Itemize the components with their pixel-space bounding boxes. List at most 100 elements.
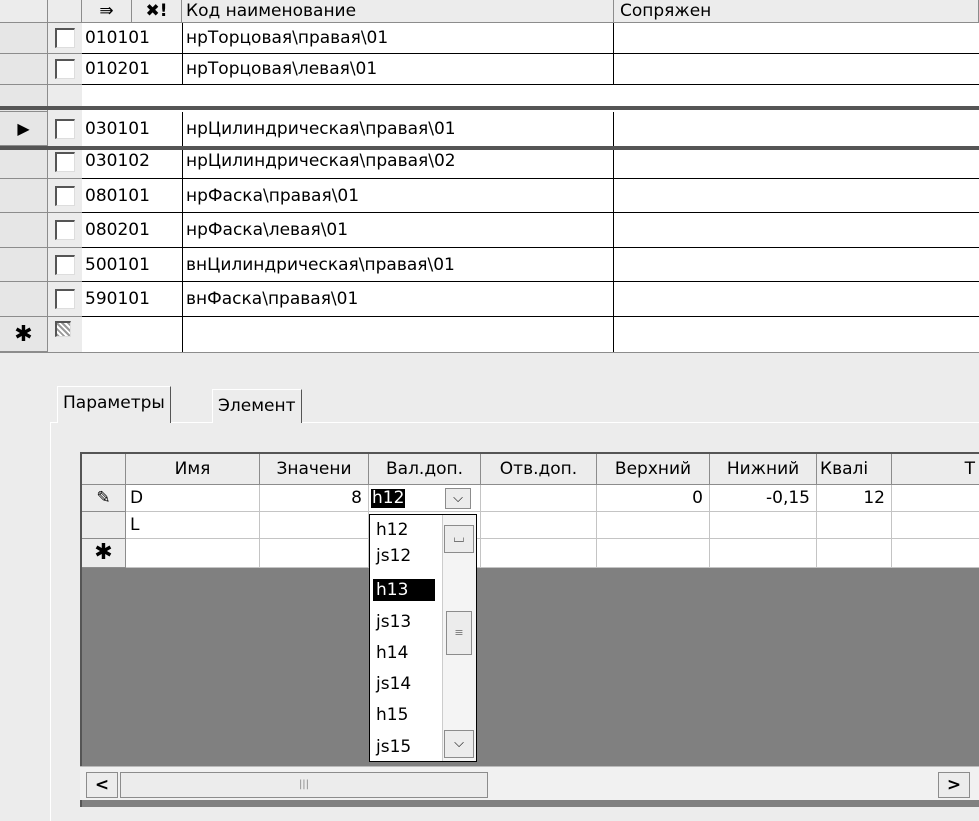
scrollbar-thumb[interactable]: ≡ <box>446 611 472 655</box>
checkbox[interactable] <box>55 28 75 48</box>
checkbox[interactable] <box>55 59 75 79</box>
row-selector[interactable] <box>0 23 48 54</box>
name-cell[interactable]: внФаска\правая\01 <box>183 282 614 317</box>
dropdown-option[interactable]: js12 <box>373 545 435 567</box>
mated-cell[interactable] <box>614 179 979 213</box>
name-cell[interactable]: нрЦилиндрическая\правая\02 <box>183 150 614 179</box>
code-cell[interactable]: 080201 <box>82 213 183 248</box>
mated-cell[interactable] <box>614 54 979 85</box>
hole-tolerance-cell[interactable] <box>481 485 597 512</box>
lower-deviation-cell[interactable] <box>710 512 817 539</box>
mated-cell[interactable] <box>614 23 979 54</box>
param-value-cell[interactable]: 8 <box>260 485 369 512</box>
t-cell[interactable] <box>892 512 979 539</box>
t-cell[interactable] <box>892 539 979 568</box>
name-cell[interactable]: нрТорцовая\левая\01 <box>183 54 614 85</box>
lower-deviation-cell[interactable]: -0,15 <box>710 485 817 512</box>
column-header-upper[interactable]: Верхний <box>597 454 710 485</box>
hole-tolerance-cell[interactable] <box>481 539 597 568</box>
column-header-shaft-tolerance[interactable]: Вал.доп. <box>369 454 481 485</box>
horizontal-scrollbar[interactable]: < ||| > <box>80 766 979 800</box>
grade-cell[interactable] <box>817 512 892 539</box>
row-selector[interactable] <box>82 512 126 539</box>
row-selector[interactable] <box>0 282 48 317</box>
scroll-left-icon[interactable]: < <box>86 772 118 798</box>
column-header-name[interactable]: Имя <box>126 454 260 485</box>
dropdown-option[interactable]: js14 <box>373 673 435 695</box>
code-cell[interactable]: 500101 <box>82 248 183 282</box>
code-cell[interactable]: 010201 <box>82 54 183 85</box>
tab-parameters[interactable]: Параметры <box>57 386 171 423</box>
edit-pencil-icon[interactable]: ✎ <box>82 485 126 512</box>
param-name-cell[interactable] <box>126 539 260 568</box>
param-value-cell[interactable] <box>260 512 369 539</box>
current-row-indicator-icon[interactable]: ▶ <box>0 112 48 146</box>
scrollbar-thumb[interactable]: ||| <box>120 772 488 798</box>
param-value-cell[interactable] <box>260 539 369 568</box>
mated-cell[interactable] <box>614 213 979 248</box>
row-selector[interactable] <box>0 150 48 179</box>
scroll-right-icon[interactable]: > <box>938 772 970 798</box>
upper-deviation-cell[interactable] <box>597 512 710 539</box>
chevron-down-icon[interactable]: ⌵ <box>444 730 474 758</box>
checkbox[interactable] <box>55 152 75 172</box>
chevron-down-icon[interactable]: ⌵ <box>445 488 471 509</box>
mated-cell[interactable] <box>614 150 979 179</box>
row-selector[interactable] <box>0 54 48 85</box>
dropdown-option[interactable]: h14 <box>373 642 435 664</box>
dropdown-option-highlighted[interactable]: h13 <box>373 579 435 601</box>
column-header-grade[interactable]: Квалі <box>817 454 892 485</box>
tolerance-dropdown-list[interactable]: h12 js12 h13 js13 h14 js14 h15 js15 ⌴ ≡ … <box>369 514 477 762</box>
code-cell[interactable]: 590101 <box>82 282 183 317</box>
column-header-mated[interactable]: Сопряжен <box>614 0 979 23</box>
code-cell[interactable]: 030102 <box>82 150 183 179</box>
code-cell[interactable]: 030101 <box>82 112 183 146</box>
dropdown-option[interactable]: js13 <box>373 611 435 633</box>
column-header-value[interactable]: Значени <box>260 454 369 485</box>
mated-cell[interactable] <box>614 248 979 282</box>
shaft-tolerance-combobox[interactable]: h12 ⌵ <box>369 485 481 512</box>
new-row-icon[interactable]: ✱ <box>0 317 48 352</box>
code-cell[interactable]: 010101 <box>82 23 183 54</box>
checkbox[interactable] <box>55 255 75 275</box>
dropdown-option[interactable]: h15 <box>373 704 435 726</box>
dropdown-option[interactable]: js15 <box>373 736 435 758</box>
column-header-lower[interactable]: Нижний <box>710 454 817 485</box>
row-selector[interactable] <box>0 248 48 282</box>
mated-cell[interactable] <box>614 317 979 352</box>
checkbox[interactable] <box>55 220 75 240</box>
indeterminate-checkbox[interactable] <box>55 321 71 337</box>
grade-cell[interactable] <box>817 539 892 568</box>
new-row-icon[interactable]: ✱ <box>82 539 126 568</box>
param-name-cell[interactable]: L <box>126 512 260 539</box>
code-cell[interactable]: 080101 <box>82 179 183 213</box>
dropdown-option[interactable]: h12 <box>373 519 435 541</box>
column-header-t[interactable]: Т <box>892 454 979 485</box>
name-cell[interactable]: нрЦилиндрическая\правая\01 <box>183 112 614 146</box>
column-header-code-name[interactable]: Код наименование <box>182 0 614 23</box>
arrow-right-icon[interactable]: ⇛ <box>82 0 132 23</box>
checkbox[interactable] <box>55 289 75 309</box>
upper-deviation-cell[interactable] <box>597 539 710 568</box>
t-cell[interactable] <box>892 485 979 512</box>
lower-deviation-cell[interactable] <box>710 539 817 568</box>
name-cell[interactable] <box>183 317 614 352</box>
mated-cell[interactable] <box>614 282 979 317</box>
hole-tolerance-cell[interactable] <box>481 512 597 539</box>
code-cell[interactable] <box>82 317 183 352</box>
column-header-hole-tolerance[interactable]: Отв.доп. <box>481 454 597 485</box>
checkbox[interactable] <box>55 119 75 139</box>
tab-element[interactable]: Элемент <box>212 389 302 423</box>
name-cell[interactable]: нрФаска\правая\01 <box>183 179 614 213</box>
checkbox[interactable] <box>55 186 75 206</box>
row-selector[interactable] <box>0 179 48 213</box>
name-cell[interactable]: нрФаска\левая\01 <box>183 213 614 248</box>
name-cell[interactable]: нрТорцовая\правая\01 <box>183 23 614 54</box>
grade-cell[interactable]: 12 <box>817 485 892 512</box>
upper-deviation-cell[interactable]: 0 <box>597 485 710 512</box>
param-name-cell[interactable]: D <box>126 485 260 512</box>
name-cell[interactable]: внЦилиндрическая\правая\01 <box>183 248 614 282</box>
mated-cell[interactable] <box>614 112 979 146</box>
row-selector[interactable] <box>0 213 48 248</box>
delete-icon[interactable]: ✖! <box>132 0 182 23</box>
